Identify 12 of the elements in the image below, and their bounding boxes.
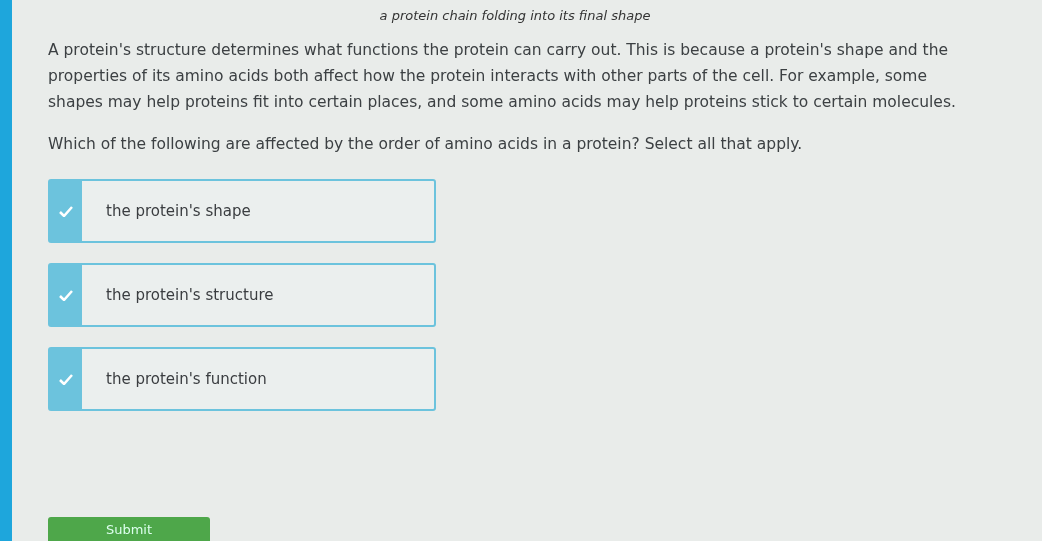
question: Which of the following are affected by the order of amino acids in a protein? Select all that apply. bbox=[48, 134, 804, 155]
answer-option[interactable]: the protein's shape bbox=[48, 179, 436, 243]
checkmark-icon bbox=[59, 205, 73, 217]
answer-option[interactable]: the protein's function bbox=[48, 347, 436, 411]
checkbox[interactable] bbox=[50, 349, 82, 409]
checkbox[interactable] bbox=[50, 265, 82, 325]
checkmark-icon bbox=[59, 289, 73, 301]
passage: A protein's structure determines what functions the protein can carry out. This is because a protein's shape and the properties of its amino acids both affect how the protein interacts with other parts of the cell. For example, some shapes may help proteins fit into certain places, and some amino acids may help proteins stick to certain molecules. bbox=[48, 40, 957, 113]
checkbox[interactable] bbox=[50, 181, 82, 241]
image-caption: a protein chain folding into its final shape bbox=[378, 8, 652, 23]
answer-option[interactable]: the protein's structure bbox=[48, 263, 436, 327]
checkmark-icon bbox=[59, 373, 73, 385]
